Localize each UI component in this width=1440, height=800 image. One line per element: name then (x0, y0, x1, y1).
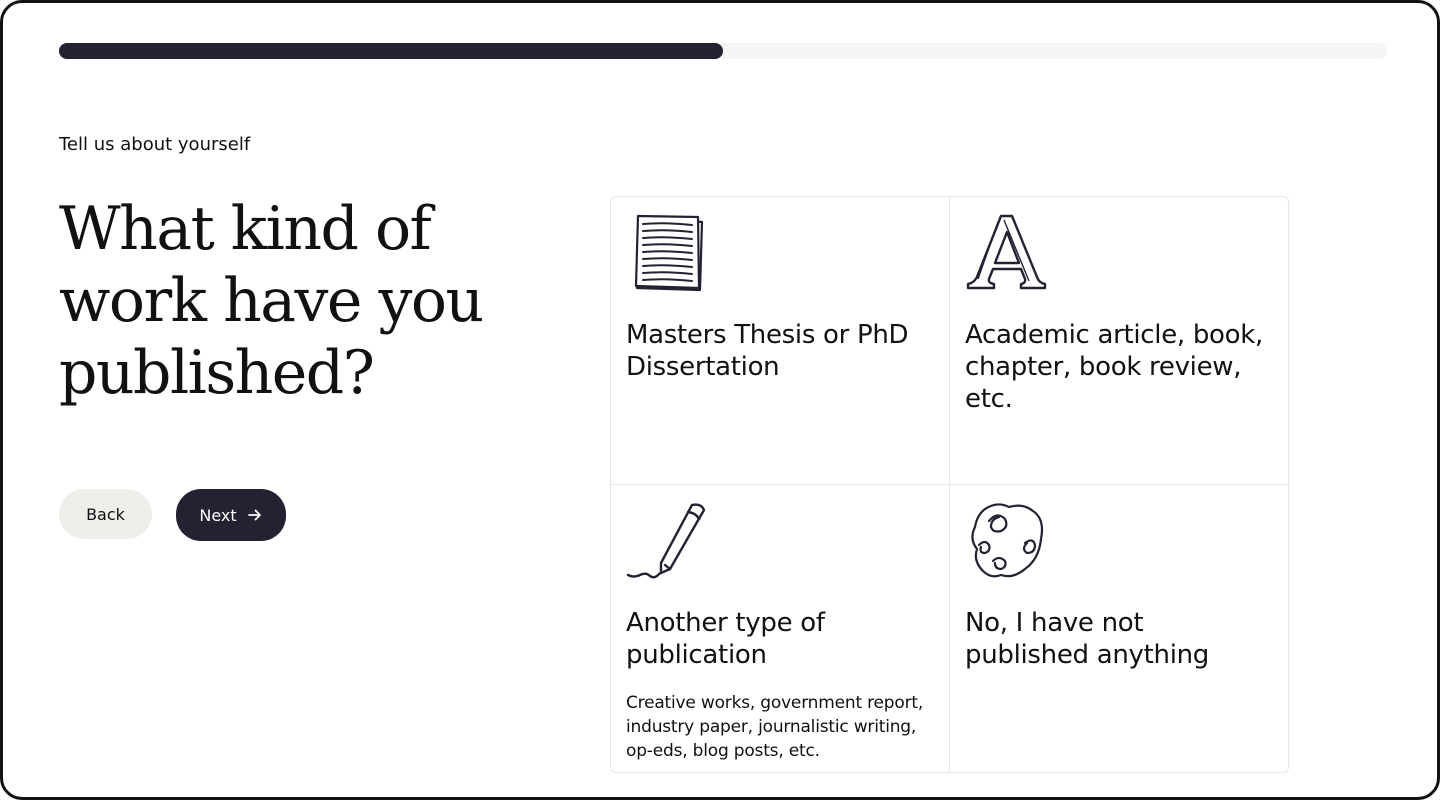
publication-options: Masters Thesis or PhD Dissertation Acade… (610, 196, 1289, 773)
back-button[interactable]: Back (59, 489, 152, 539)
option-title: Masters Thesis or PhD Dissertation (626, 320, 909, 382)
pencil-icon (626, 503, 706, 579)
section-eyebrow: Tell us about yourself (59, 134, 251, 155)
option-title: No, I have not published anything (965, 608, 1209, 670)
option-thesis-dissertation[interactable]: Masters Thesis or PhD Dissertation (611, 197, 950, 485)
option-academic-article[interactable]: Academic article, book, chapter, book re… (950, 197, 1288, 485)
stacked-papers-icon (634, 214, 704, 292)
onboarding-window: Tell us about yourself What kind of work… (0, 0, 1440, 800)
option-other-publication[interactable]: Another type of publication Creative wor… (611, 485, 950, 772)
option-title: Another type of publication (626, 608, 825, 670)
option-description: Creative works, government report, indus… (626, 693, 924, 761)
progress-bar-fill (59, 43, 723, 59)
next-button[interactable]: Next (176, 489, 286, 541)
arrow-right-icon (247, 509, 261, 521)
page-title: What kind of work have you published? (59, 194, 484, 408)
scribble-icon (971, 503, 1044, 578)
progress-bar (59, 43, 1387, 59)
back-button-label: Back (86, 504, 125, 524)
next-button-label: Next (199, 505, 237, 525)
option-title: Academic article, book, chapter, book re… (965, 320, 1263, 414)
option-not-published[interactable]: No, I have not published anything (950, 485, 1288, 772)
letter-a-icon (966, 214, 1047, 290)
